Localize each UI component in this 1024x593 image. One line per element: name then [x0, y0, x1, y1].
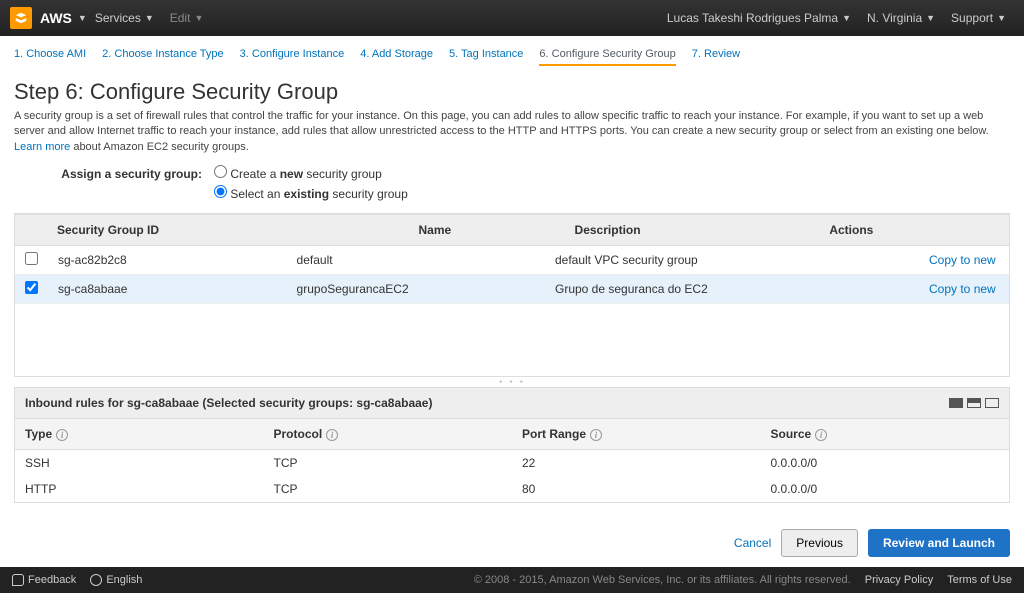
feedback-link[interactable]: Feedback — [12, 574, 76, 586]
table-row[interactable]: sg-ca8abaaegrupoSegurancaEC2Grupo de seg… — [15, 275, 1009, 304]
cell-protocol: TCP — [264, 476, 513, 502]
nav-region[interactable]: N. Virginia▼ — [867, 11, 935, 25]
cell-sg-id: sg-ac82b2c8 — [48, 246, 287, 275]
cell-sg-name: grupoSegurancaEC2 — [287, 275, 545, 304]
cell-sg-desc: Grupo de seguranca do EC2 — [545, 275, 919, 304]
col-sg-id[interactable]: Security Group ID — [47, 215, 408, 246]
col-source: Source — [771, 427, 812, 441]
row-checkbox[interactable] — [25, 252, 38, 265]
assign-security-group: Assign a security group: Create a new se… — [14, 165, 1010, 205]
col-sg-name[interactable]: Name — [408, 215, 564, 246]
table-row[interactable]: sg-ac82b2c8defaultdefault VPC security g… — [15, 246, 1009, 275]
learn-more-link[interactable]: Learn more — [14, 141, 70, 153]
copyright: © 2008 - 2015, Amazon Web Services, Inc.… — [474, 574, 851, 586]
cell-source: 0.0.0.0/0 — [761, 476, 1010, 502]
col-sg-desc[interactable]: Description — [565, 215, 820, 246]
page-description: A security group is a set of firewall ru… — [14, 109, 1010, 155]
chevron-down-icon: ▼ — [194, 13, 203, 23]
cell-type: SSH — [15, 450, 264, 477]
chevron-down-icon: ▼ — [78, 13, 87, 23]
col-protocol: Protocol — [274, 427, 323, 441]
brand-label[interactable]: AWS — [40, 10, 72, 26]
view-mode-icons — [949, 398, 999, 408]
wizard-step-1[interactable]: 1. Choose AMI — [14, 44, 86, 66]
info-icon[interactable]: i — [56, 429, 68, 441]
info-icon[interactable]: i — [590, 429, 602, 441]
col-sg-actions: Actions — [819, 215, 1009, 246]
language-link[interactable]: English — [90, 574, 142, 586]
review-and-launch-button[interactable]: Review and Launch — [868, 529, 1010, 557]
top-nav: AWS ▼ Services▼ Edit▼ Lucas Takeshi Rodr… — [0, 0, 1024, 36]
view-split-icon[interactable] — [967, 398, 981, 408]
table-row: SSHTCP220.0.0.0/0 — [15, 450, 1009, 477]
chevron-down-icon: ▼ — [997, 13, 1006, 23]
chevron-down-icon: ▼ — [926, 13, 935, 23]
nav-user[interactable]: Lucas Takeshi Rodrigues Palma▼ — [667, 11, 851, 25]
cell-sg-id: sg-ca8abaae — [48, 275, 287, 304]
cell-source: 0.0.0.0/0 — [761, 450, 1010, 477]
table-row: HTTPTCP800.0.0.0/0 — [15, 476, 1009, 502]
nav-edit[interactable]: Edit▼ — [170, 11, 204, 25]
copy-to-new-link[interactable]: Copy to new — [929, 282, 996, 296]
inbound-rules-title: Inbound rules for sg-ca8abaae (Selected … — [25, 396, 432, 410]
terms-link[interactable]: Terms of Use — [947, 574, 1012, 586]
view-top-icon[interactable] — [949, 398, 963, 408]
page-title: Step 6: Configure Security Group — [14, 79, 1010, 105]
chevron-down-icon: ▼ — [842, 13, 851, 23]
chevron-down-icon: ▼ — [145, 13, 154, 23]
cell-sg-desc: default VPC security group — [545, 246, 919, 275]
radio-select-existing-input[interactable] — [214, 185, 227, 198]
wizard-actions: Cancel Previous Review and Launch — [0, 513, 1024, 567]
radio-select-existing[interactable]: Select an existing security group — [214, 185, 408, 201]
security-group-table: Security Group ID Name Description Actio… — [15, 214, 1009, 246]
cell-port: 80 — [512, 476, 761, 502]
wizard-step-7[interactable]: 7. Review — [692, 44, 740, 66]
inbound-rules-panel: Inbound rules for sg-ca8abaae (Selected … — [14, 387, 1010, 503]
wizard-step-4[interactable]: 4. Add Storage — [360, 44, 433, 66]
cell-protocol: TCP — [264, 450, 513, 477]
cancel-link[interactable]: Cancel — [734, 536, 771, 550]
wizard-step-5[interactable]: 5. Tag Instance — [449, 44, 523, 66]
nav-services[interactable]: Services▼ — [95, 11, 154, 25]
privacy-link[interactable]: Privacy Policy — [865, 574, 933, 586]
cell-port: 22 — [512, 450, 761, 477]
wizard-step-6[interactable]: 6. Configure Security Group — [539, 44, 675, 66]
aws-logo-icon[interactable] — [10, 7, 32, 29]
globe-icon — [90, 574, 102, 586]
view-bottom-icon[interactable] — [985, 398, 999, 408]
row-checkbox[interactable] — [25, 281, 38, 294]
wizard-step-2[interactable]: 2. Choose Instance Type — [102, 44, 224, 66]
wizard-steps: 1. Choose AMI 2. Choose Instance Type 3.… — [0, 36, 1024, 67]
cell-type: HTTP — [15, 476, 264, 502]
cell-sg-name: default — [287, 246, 545, 275]
info-icon[interactable]: i — [815, 429, 827, 441]
info-icon[interactable]: i — [326, 429, 338, 441]
col-port: Port Range — [522, 427, 586, 441]
radio-create-new[interactable]: Create a new security group — [214, 165, 408, 181]
assign-label: Assign a security group: — [14, 165, 214, 181]
nav-support[interactable]: Support▼ — [951, 11, 1006, 25]
feedback-icon — [12, 574, 24, 586]
inbound-rules-table: Typei Protocoli Port Rangei Sourcei SSHT… — [15, 419, 1009, 502]
splitter-handle[interactable]: • • • — [14, 377, 1010, 387]
security-group-table-container: Security Group ID Name Description Actio… — [14, 213, 1010, 377]
radio-create-new-input[interactable] — [214, 165, 227, 178]
copy-to-new-link[interactable]: Copy to new — [929, 253, 996, 267]
col-type: Type — [25, 427, 52, 441]
wizard-step-3[interactable]: 3. Configure Instance — [240, 44, 345, 66]
bottom-bar: Feedback English © 2008 - 2015, Amazon W… — [0, 567, 1024, 593]
previous-button[interactable]: Previous — [781, 529, 858, 557]
